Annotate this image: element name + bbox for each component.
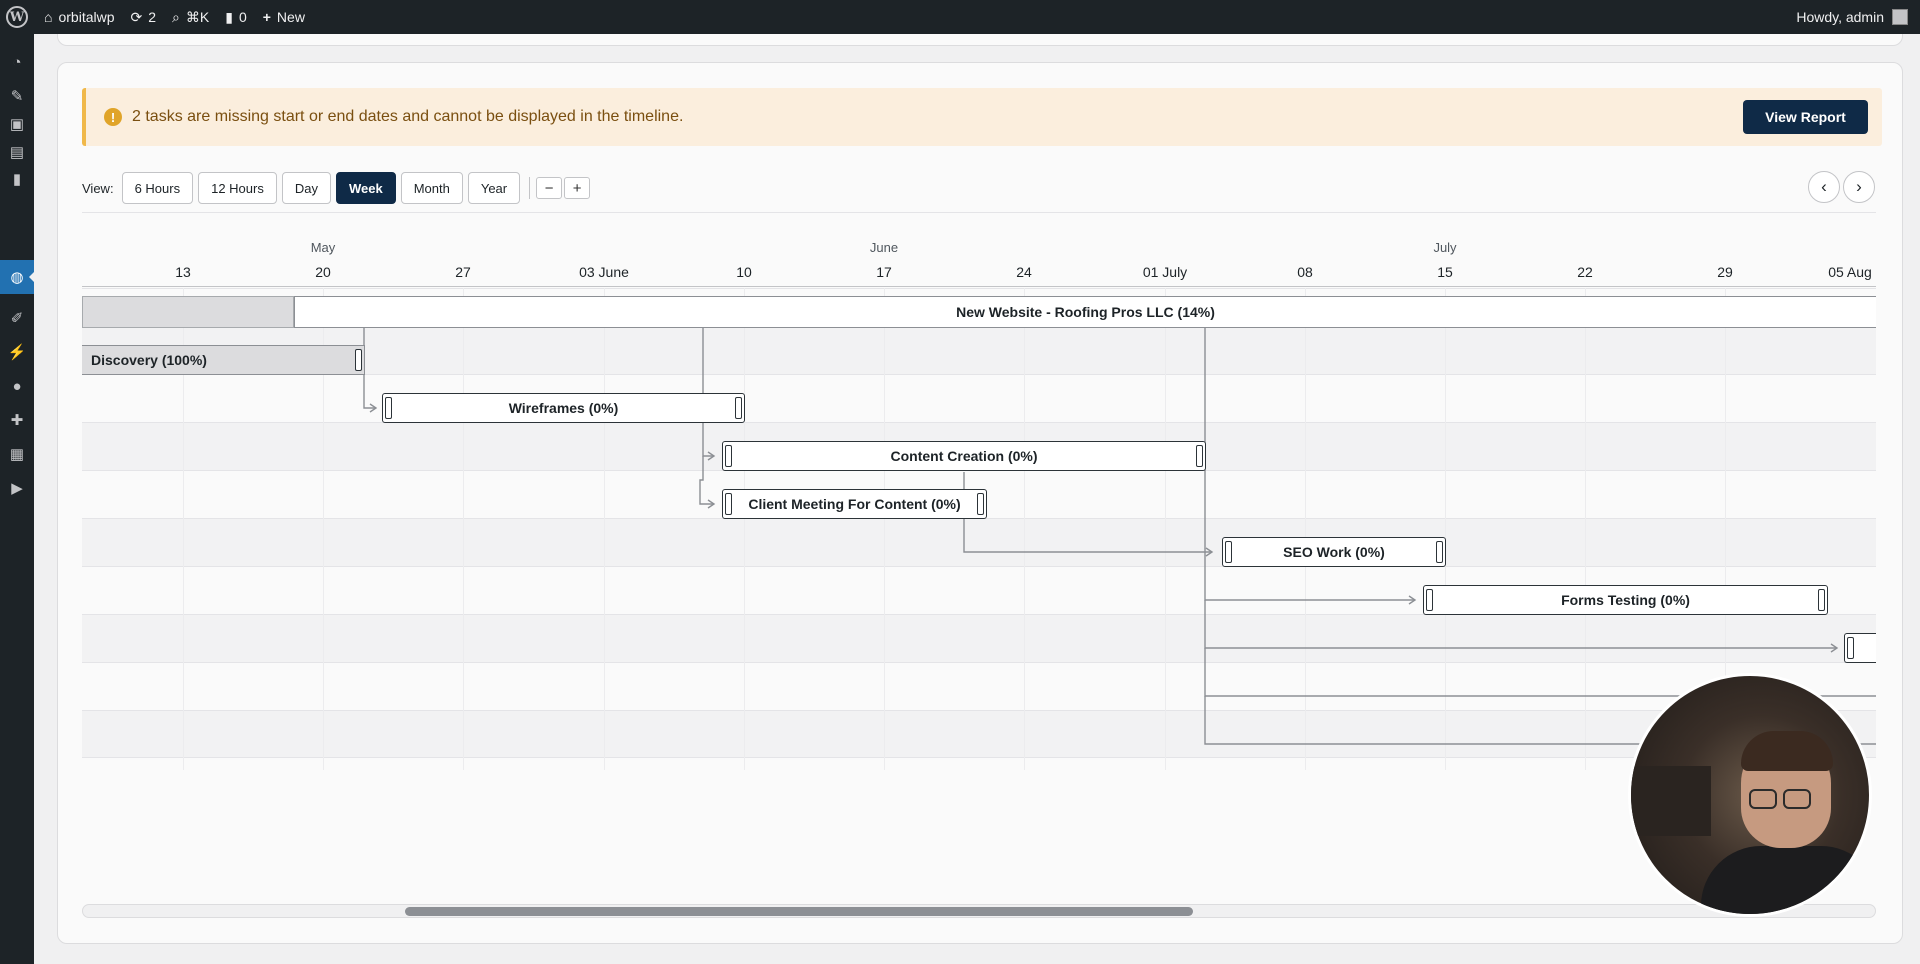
wordpress-icon: W <box>6 6 28 28</box>
view-label: View: <box>82 180 114 196</box>
globe-icon[interactable]: ◍ <box>7 267 27 287</box>
glasses-right <box>1783 789 1811 809</box>
task-label: SEO Work (0%) <box>1283 544 1385 560</box>
gantt-chart: May June July 13 20 27 03 June 10 17 24 … <box>82 228 1876 770</box>
plus-icon: + <box>262 9 271 25</box>
refresh-icon: ⟳ <box>130 8 143 25</box>
warning-icon: ! <box>104 108 122 126</box>
task-label: Client Meeting For Content (0%) <box>748 496 961 512</box>
admin-bar: W ⌂ orbitalwp ⟳ 2 ⌕ ⌘K ▮ 0 + New Howdy, … <box>0 0 1920 34</box>
glasses-left <box>1749 789 1777 809</box>
notice-message: 2 tasks are missing start or end dates a… <box>132 108 684 125</box>
settings-icon[interactable]: ▦ <box>7 444 27 464</box>
resize-handle[interactable] <box>1847 637 1854 659</box>
comment-icon: ▮ <box>225 8 233 25</box>
media-icon[interactable]: ▣ <box>7 114 27 134</box>
site-name-link[interactable]: ⌂ orbitalwp <box>36 0 123 34</box>
comments-icon[interactable]: ▮ <box>7 169 27 189</box>
view-week-button[interactable]: Week <box>335 172 396 204</box>
tools-icon[interactable]: ✚ <box>7 410 27 430</box>
task-label: Content Creation (0%) <box>890 448 1038 464</box>
presenter-body <box>1701 846 1869 914</box>
task-bar-seo-work[interactable]: SEO Work (0%) <box>1222 537 1446 567</box>
pages-icon[interactable]: ▤ <box>7 142 27 162</box>
account-menu[interactable]: Howdy, admin <box>1796 9 1920 25</box>
resize-handle[interactable] <box>1426 589 1433 611</box>
appearance-icon[interactable]: ✐ <box>7 308 27 328</box>
scrollbar-thumb[interactable] <box>405 907 1193 916</box>
comments-count: 0 <box>238 9 247 25</box>
zoom-in-button[interactable]: + <box>564 177 591 199</box>
project-progress-fill <box>82 296 294 328</box>
view-6-hours-button[interactable]: 6 Hours <box>121 172 194 204</box>
task-bar-forms-testing[interactable]: Forms Testing (0%) <box>1423 585 1828 615</box>
background-shelf <box>1631 766 1711 836</box>
resize-handle[interactable] <box>977 493 984 515</box>
app-window: W ⌂ orbitalwp ⟳ 2 ⌕ ⌘K ▮ 0 + New Howdy, … <box>0 0 1920 964</box>
resize-handle[interactable] <box>1436 541 1443 563</box>
pin-icon[interactable]: ✎ <box>7 86 27 106</box>
task-label: Discovery (100%) <box>91 352 207 368</box>
updates-count: 2 <box>148 9 157 25</box>
view-report-button[interactable]: View Report <box>1743 100 1868 134</box>
resize-handle[interactable] <box>725 445 732 467</box>
presenter-hair <box>1741 731 1833 771</box>
admin-sidebar: ◔ ✎ ▣ ▤ ▮ ◍ ✐ ⚡ ● ✚ ▦ ▶ <box>0 34 35 964</box>
search-icon: ⌕ <box>172 8 180 25</box>
resize-handle[interactable] <box>735 397 742 419</box>
site-name: orbitalwp <box>58 9 115 25</box>
chevron-right-icon: › <box>1856 177 1862 196</box>
resize-handle[interactable] <box>725 493 732 515</box>
view-year-button[interactable]: Year <box>467 172 521 204</box>
wp-logo-menu[interactable]: W <box>0 0 36 34</box>
view-day-button[interactable]: Day <box>281 172 331 204</box>
top-panel-edge <box>57 34 1903 46</box>
task-bar-client-meeting[interactable]: Client Meeting For Content (0%) <box>722 489 987 519</box>
task-bar-discovery[interactable]: Discovery (100%) <box>82 345 365 375</box>
next-button[interactable]: › <box>1843 171 1875 203</box>
avatar <box>1892 9 1908 25</box>
new-content-link[interactable]: + New <box>255 0 313 34</box>
users-icon[interactable]: ● <box>7 376 27 396</box>
previous-button[interactable]: ‹ <box>1808 171 1840 203</box>
new-label: New <box>276 9 305 25</box>
resize-handle[interactable] <box>1818 589 1825 611</box>
resize-handle[interactable] <box>355 349 362 371</box>
horizontal-scrollbar[interactable] <box>82 904 1876 918</box>
toolbar-divider <box>529 177 531 199</box>
view-month-button[interactable]: Month <box>400 172 463 204</box>
view-12-hours-button[interactable]: 12 Hours <box>198 172 277 204</box>
project-summary-bar[interactable]: New Website - Roofing Pros LLC (14%) <box>294 296 1876 328</box>
dependency-link <box>963 472 1212 553</box>
zoom-out-button[interactable]: − <box>536 177 563 199</box>
shortcut-label: ⌘K <box>185 8 210 25</box>
command-search[interactable]: ⌕ ⌘K <box>164 0 217 34</box>
task-label: Wireframes (0%) <box>508 400 619 416</box>
resize-handle[interactable] <box>1196 445 1203 467</box>
greeting: Howdy, admin <box>1796 9 1884 25</box>
resize-handle[interactable] <box>1225 541 1232 563</box>
play-icon[interactable]: ▶ <box>7 478 27 498</box>
task-bar-content-creation[interactable]: Content Creation (0%) <box>722 441 1206 471</box>
comments-link[interactable]: ▮ 0 <box>217 0 255 34</box>
dashboard-icon[interactable]: ◔ <box>7 52 27 72</box>
view-toolbar: View: 6 Hours 12 Hours Day Week Month Ye… <box>82 171 592 205</box>
task-bar-offscreen[interactable] <box>1844 633 1876 663</box>
plugins-icon[interactable]: ⚡ <box>7 342 27 362</box>
dependency-link <box>363 328 376 409</box>
toolbar-separator <box>82 212 1876 213</box>
task-bar-wireframes[interactable]: Wireframes (0%) <box>382 393 745 423</box>
task-label: Forms Testing (0%) <box>1561 592 1690 608</box>
missing-dates-notice: ! 2 tasks are missing start or end dates… <box>82 88 1882 146</box>
resize-handle[interactable] <box>385 397 392 419</box>
home-icon: ⌂ <box>44 9 53 25</box>
updates-link[interactable]: ⟳ 2 <box>123 0 165 34</box>
project-label: New Website - Roofing Pros LLC (14%) <box>956 304 1215 320</box>
dependency-link <box>699 456 714 505</box>
webcam-overlay <box>1628 673 1872 917</box>
chevron-left-icon: ‹ <box>1821 177 1827 196</box>
